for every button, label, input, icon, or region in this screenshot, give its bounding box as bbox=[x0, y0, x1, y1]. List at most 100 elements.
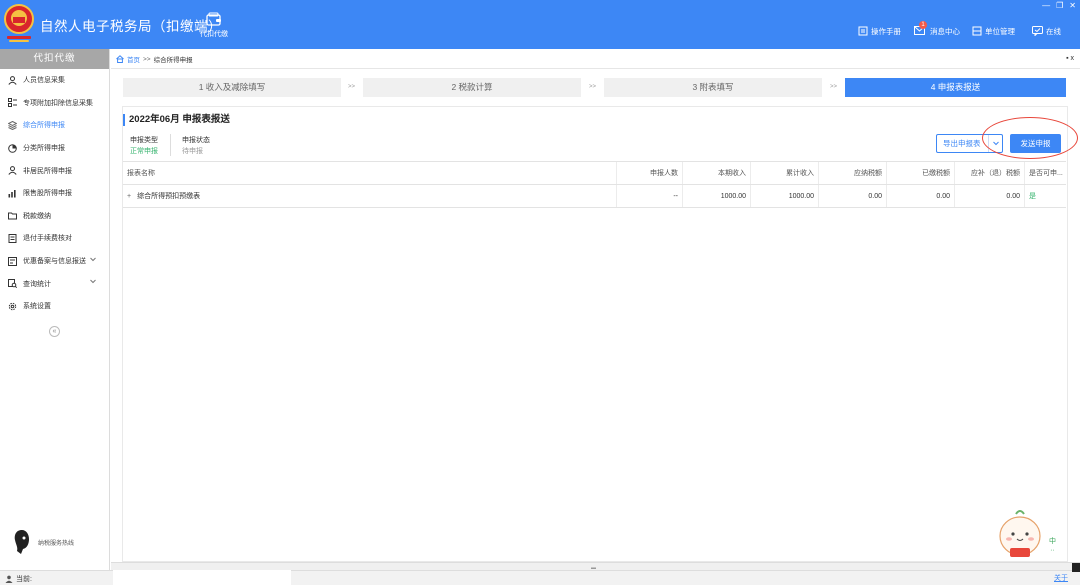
sidebar-item-label: 优惠备案与信息报送 bbox=[23, 258, 86, 266]
step-submit-declaration[interactable]: 4 申报表报送 bbox=[845, 78, 1066, 97]
sidebar-item-label: 专项附加扣除信息采集 bbox=[23, 99, 93, 107]
sidebar-item-classified-income[interactable]: 分类所得申报 bbox=[0, 137, 109, 160]
sidebar-item-label: 人员信息采集 bbox=[23, 77, 65, 85]
column-header[interactable]: 已缴税额 bbox=[887, 162, 955, 184]
manual-label: 操作手册 bbox=[871, 26, 901, 36]
message-center-label: 消息中心 bbox=[930, 26, 960, 36]
export-declaration-label: 导出申报表 bbox=[943, 139, 981, 148]
message-center-button[interactable]: 1 消息中心 bbox=[914, 20, 960, 38]
chevron-down-icon bbox=[90, 279, 96, 284]
declaration-type: 申报类型 正常申报 bbox=[130, 135, 158, 157]
close-icon[interactable]: ✕ bbox=[1069, 1, 1076, 10]
sidebar-item-tax-payment[interactable]: 税款缴纳 bbox=[0, 205, 109, 228]
sidebar-item-nonresident-income[interactable]: 非居民所得申报 bbox=[0, 159, 109, 182]
unit-management-label: 单位管理 bbox=[985, 26, 1015, 36]
sidebar-item-preferential-filing[interactable]: 优惠备案与信息报送 bbox=[0, 250, 109, 273]
table-row[interactable]: + 综合所得预扣预缴表 -- 1000.00 1000.00 0.00 0.00… bbox=[123, 185, 1066, 208]
title-bar: 自然人电子税务局（扣缴端） 代扣代缴 操作手册 1 消息中心 单位管理 在线 —… bbox=[0, 0, 1080, 49]
bar-chart-icon bbox=[8, 189, 16, 198]
form-icon bbox=[8, 256, 17, 266]
restore-icon[interactable]: ❐ bbox=[1056, 1, 1063, 10]
sidebar-item-personnel[interactable]: 人员信息采集 bbox=[0, 69, 109, 92]
ime-mode: ·· bbox=[1050, 547, 1055, 554]
step-income-entry[interactable]: 1 收入及减除填写 bbox=[123, 78, 341, 97]
top-tab-label: 代扣代缴 bbox=[200, 31, 228, 38]
breadcrumb-current: 综合所得申报 bbox=[153, 57, 193, 64]
declaration-type-label: 申报类型 bbox=[130, 137, 158, 144]
step-separator: >> bbox=[830, 84, 838, 90]
step-attachment-entry[interactable]: 3 附表填写 bbox=[604, 78, 822, 97]
sidebar-item-label: 非居民所得申报 bbox=[23, 167, 72, 175]
sidebar-item-refund-fee[interactable]: 退付手续费核对 bbox=[0, 227, 109, 250]
manual-button[interactable]: 操作手册 bbox=[858, 24, 901, 38]
column-header[interactable]: 报表名称 bbox=[123, 162, 617, 184]
search-doc-icon bbox=[8, 279, 17, 289]
ime-indicator[interactable]: 中 ·· bbox=[1049, 537, 1056, 555]
ime-language: 中 bbox=[1049, 538, 1056, 545]
current-user-label: 当前: bbox=[16, 576, 32, 583]
person-icon bbox=[8, 75, 17, 85]
sidebar-item-query-stats[interactable]: 查询统计 bbox=[0, 272, 109, 295]
sidebar-item-comprehensive-income[interactable]: 综合所得申报 bbox=[0, 114, 109, 137]
top-tab-withholding[interactable]: 代扣代缴 bbox=[196, 12, 232, 46]
status-blank-area bbox=[113, 570, 291, 585]
sidebar-item-label: 综合所得申报 bbox=[23, 122, 65, 130]
page-title: 2022年06月 申报表报送 bbox=[123, 114, 230, 126]
mascot-icon[interactable] bbox=[996, 508, 1044, 562]
send-declaration-button[interactable]: 发送申报 bbox=[1010, 134, 1061, 153]
declarant-count: -- bbox=[617, 185, 683, 207]
step-tax-calculation[interactable]: 2 税款计算 bbox=[363, 78, 581, 97]
chevron-down-icon bbox=[90, 257, 96, 261]
sidebar-item-restricted-shares[interactable]: 限售股所得申报 bbox=[0, 182, 109, 205]
step-separator: >> bbox=[348, 84, 356, 90]
table-header-row: 报表名称 申报人数 本期收入 累计收入 应纳税额 已缴税额 应补（退）税额 是否… bbox=[123, 162, 1066, 185]
sidebar-item-label: 系统设置 bbox=[23, 303, 51, 311]
folder-icon bbox=[8, 212, 17, 220]
sidebar-item-special-deduction[interactable]: 专项附加扣除信息采集 bbox=[0, 92, 109, 115]
current-income: 1000.00 bbox=[683, 185, 751, 207]
user-outline-icon bbox=[8, 166, 17, 176]
building-icon bbox=[972, 26, 982, 36]
sidebar-item-system-settings[interactable]: 系统设置 bbox=[0, 295, 109, 318]
sidebar-header: 代扣代缴 bbox=[0, 49, 109, 69]
breadcrumb: 首页 >> 综合所得申报 ▪ x bbox=[111, 50, 1080, 69]
service-hotline: 纳税服务热线 bbox=[12, 529, 74, 555]
export-dropdown-toggle[interactable] bbox=[988, 135, 1002, 152]
horizontal-scrollbar[interactable]: ▬ bbox=[111, 562, 1080, 571]
sidebar-item-label: 查询统计 bbox=[23, 280, 51, 288]
breadcrumb-close-button[interactable]: ▪ x bbox=[1066, 55, 1074, 62]
current-user: 当前: bbox=[5, 574, 32, 584]
column-header[interactable]: 申报人数 bbox=[617, 162, 683, 184]
breadcrumb-home-link[interactable]: 首页 bbox=[127, 54, 140, 64]
column-header[interactable]: 是否可申... bbox=[1025, 162, 1066, 184]
app-title: 自然人电子税务局（扣缴端） bbox=[40, 19, 222, 34]
can-declare: 是 bbox=[1029, 193, 1036, 200]
list-icon bbox=[8, 98, 17, 108]
divider bbox=[170, 134, 171, 156]
minimize-icon[interactable]: — bbox=[1042, 1, 1050, 10]
layers-icon bbox=[8, 120, 17, 130]
unit-management-button[interactable]: 单位管理 bbox=[972, 24, 1015, 38]
tax-due: 0.00 bbox=[955, 185, 1025, 207]
window-controls: — ❐ ✕ bbox=[1042, 1, 1076, 10]
export-declaration-button[interactable]: 导出申报表 bbox=[936, 134, 1003, 153]
expand-row-button[interactable]: + bbox=[127, 193, 131, 200]
column-header[interactable]: 应补（退）税额 bbox=[955, 162, 1025, 184]
message-badge: 1 bbox=[919, 20, 927, 29]
column-header[interactable]: 累计收入 bbox=[751, 162, 819, 184]
online-status[interactable]: 在线 bbox=[1032, 24, 1061, 38]
online-label: 在线 bbox=[1046, 26, 1061, 36]
headset-icon bbox=[14, 530, 29, 554]
sidebar-collapse-button[interactable]: « bbox=[49, 326, 60, 337]
about-link[interactable]: 关于 bbox=[1054, 573, 1068, 583]
column-header[interactable]: 本期收入 bbox=[683, 162, 751, 184]
column-header[interactable]: 应纳税额 bbox=[819, 162, 887, 184]
declaration-status: 申报状态 待申报 bbox=[182, 135, 210, 157]
sidebar-item-label: 退付手续费核对 bbox=[23, 235, 72, 243]
step-separator: >> bbox=[589, 84, 597, 90]
sidebar: 代扣代缴 人员信息采集 专项附加扣除信息采集 综合所得申报 分类所得申报 非居民… bbox=[0, 49, 110, 570]
declaration-status-value: 待申报 bbox=[182, 148, 203, 155]
home-icon bbox=[116, 55, 124, 63]
sidebar-item-label: 税款缴纳 bbox=[23, 212, 51, 220]
breadcrumb-separator: >> bbox=[143, 55, 151, 63]
